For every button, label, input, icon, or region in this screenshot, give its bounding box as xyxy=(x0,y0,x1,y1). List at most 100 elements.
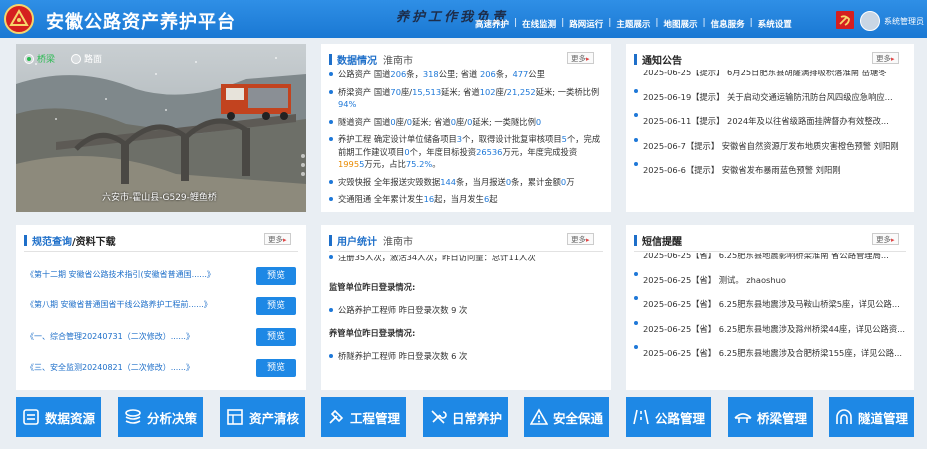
radio-bridge[interactable]: 桥梁 xyxy=(24,52,55,65)
photo-caption: 六安市-霍山县-G529-鲤鱼桥 xyxy=(102,193,217,203)
tile-2[interactable]: 分析决策 xyxy=(118,397,203,437)
arrow-icon: ▸ xyxy=(891,55,895,63)
stat-value: 477 xyxy=(512,69,529,79)
nav-item[interactable]: 在线监测 xyxy=(517,18,561,30)
carousel-dot[interactable] xyxy=(301,172,305,176)
stat-value: 0 xyxy=(535,116,542,127)
radio-dot-icon xyxy=(71,53,82,64)
section-list: 桥隧养护工程师 昨日登录次数 6 次 xyxy=(329,350,603,362)
tile-label: 桥梁管理 xyxy=(756,410,807,426)
notice-item[interactable]: 2025-06-11【提示】 2024年及以往省级路面挂牌督办有效整改... xyxy=(634,109,906,134)
nav-item[interactable]: 高速养护 xyxy=(470,18,514,30)
tile-label: 数据资源 xyxy=(44,410,95,426)
title-bar-accent xyxy=(634,235,637,246)
title-bar-accent xyxy=(24,235,27,246)
tile-7[interactable]: 公路管理 xyxy=(626,397,711,437)
tile-9[interactable]: 隧道管理 xyxy=(829,397,914,437)
spec-download-panel: 规范查询/资料下载 更多▸ 《第十二期 安徽省公路技术指引(安徽省普通国....… xyxy=(16,225,306,390)
database-icon xyxy=(23,409,39,425)
preview-button[interactable]: 预览 xyxy=(256,359,296,377)
tile-label: 分析决策 xyxy=(146,410,197,426)
data-row: 养护工程 确定设计单位储备项目3个，取得设计批复审核项目5个，完成前期工作建议项… xyxy=(329,133,603,171)
more-button[interactable]: 更多▸ xyxy=(567,233,594,245)
sms-item[interactable]: 2025-06-25【省】 6.25肥东县地震涉及合肥桥梁155座，详见公路..… xyxy=(634,341,906,366)
nav-item[interactable]: 系统设置 xyxy=(753,18,797,30)
more-button[interactable]: 更多▸ xyxy=(872,52,899,64)
notice-item[interactable]: 2025-06-7【提示】 安徽省自然资源厅发布地质灾害橙色预警 刘阳刚 xyxy=(634,134,906,159)
section-list: 公路养护工程师 昨日登录次数 9 次 xyxy=(329,304,603,316)
data-row: 隧道资产 国道0座/0延米; 省道0座/0延米; 一类隧比例0 xyxy=(329,116,603,129)
stat-text: 万元，占比 xyxy=(364,159,406,169)
tile-label: 资产清核 xyxy=(248,410,299,426)
tunnel-icon xyxy=(836,409,852,424)
stat-value: 21,252 xyxy=(506,86,536,97)
arrow-icon: ▸ xyxy=(283,236,287,244)
stat-text: 座/ xyxy=(400,86,413,97)
warning-icon xyxy=(529,408,548,425)
more-button[interactable]: 更多▸ xyxy=(264,233,291,245)
panel-title: 短信提醒 xyxy=(642,237,682,248)
panel-title-a: 规范查询 xyxy=(32,237,72,248)
stat-text: 座/ xyxy=(495,86,507,97)
more-button[interactable]: 更多▸ xyxy=(872,233,899,245)
panel-header: 短信提醒 xyxy=(634,233,682,248)
tile-1[interactable]: 数据资源 xyxy=(16,397,101,437)
tile-label: 公路管理 xyxy=(654,410,705,426)
tile-8[interactable]: 桥梁管理 xyxy=(728,397,813,437)
tile-5[interactable]: 日常养护 xyxy=(423,397,508,437)
tile-label: 工程管理 xyxy=(349,410,400,426)
data-row: 灾毁快报 全年报送灾毁数据144条，当月报送0条，累计金额0万 xyxy=(329,176,603,189)
data-rows: 公路资产 国道206条，318公里; 省道 206条，477公里 桥梁资产 国道7… xyxy=(329,52,603,212)
login-row: 桥隧养护工程师 昨日登录次数 6 次 xyxy=(329,350,603,362)
location-select[interactable]: 淮南市 xyxy=(383,233,413,248)
spec-link[interactable]: 《一、综合管理20240731（二次修改）......》 xyxy=(26,331,194,342)
notice-item[interactable]: 2025-06-6【提示】 安徽省发布暴雨蓝色预警 刘阳刚 xyxy=(634,158,906,183)
more-label: 更多 xyxy=(876,235,891,244)
preview-button[interactable]: 预览 xyxy=(256,297,296,315)
asset-type-toggle: 桥梁 路面 xyxy=(24,52,118,65)
spec-link[interactable]: 《第八期 安徽省普通国省干线公路养护工程前......》 xyxy=(26,299,212,310)
stat-text: 座/ xyxy=(455,116,468,127)
sms-item[interactable]: 2025-06-25【省】 6.25肥东县地震涉及滁州桥梁44座，详见公路资..… xyxy=(634,317,906,342)
stat-value: 318 xyxy=(422,69,439,79)
preview-button[interactable]: 预览 xyxy=(256,267,296,285)
carousel-dots[interactable] xyxy=(301,154,305,176)
more-label: 更多 xyxy=(876,54,891,63)
nav-item[interactable]: 主题展示 xyxy=(611,18,655,30)
arrow-icon: ▸ xyxy=(891,236,895,244)
user-name[interactable]: 系统管理员 xyxy=(884,16,924,27)
section-title: 监管单位昨日登录情况: xyxy=(329,282,416,292)
divider xyxy=(329,251,603,252)
stat-text: 公里 xyxy=(528,69,545,79)
emblem-logo-icon xyxy=(4,4,34,34)
stat-value: 26536 xyxy=(476,146,503,157)
data-overview-panel: 数据情况 淮南市 更多▸ 公路资产 国道206条，318公里; 省道 206条，… xyxy=(321,44,611,212)
sms-item[interactable]: 2025-06-25【省】 6.25肥东县地震影响桥梁淮南 省公路管理局... xyxy=(634,253,906,268)
tile-3[interactable]: 资产清核 xyxy=(220,397,305,437)
notice-item[interactable]: 2025-06-25【提示】 6月25日肥东县胡窿满排吸积落淮南 岳塘冬 xyxy=(634,70,906,85)
nav-item[interactable]: 路网运行 xyxy=(564,18,608,30)
carousel-dot[interactable] xyxy=(301,163,305,167)
sms-item[interactable]: 2025-06-25【省】 6.25肥东县地震涉及马鞍山桥梁5座，详见公路... xyxy=(634,292,906,317)
stat-text: 桥梁资产 国道 xyxy=(338,86,391,97)
stat-text: 。 xyxy=(432,159,441,169)
stat-value: 206 xyxy=(479,69,496,79)
stat-text: 养护工程 确定设计单位储备项目 xyxy=(338,134,457,144)
preview-button[interactable]: 预览 xyxy=(256,328,296,346)
nav-item[interactable]: 信息服务 xyxy=(706,18,750,30)
stat-text: 条，当月报送 xyxy=(456,176,506,187)
stat-text: 起 xyxy=(489,194,498,204)
radio-pavement[interactable]: 路面 xyxy=(71,52,102,65)
notice-item[interactable]: 2025-06-19【提示】 关于启动交通运输防汛防台风四级应急响应... xyxy=(634,85,906,110)
tile-4[interactable]: 工程管理 xyxy=(321,397,406,437)
sms-panel: 短信提醒 更多▸ 2025-06-25【省】 6.25肥东县地震影响桥梁淮南 省… xyxy=(626,225,914,390)
avatar[interactable] xyxy=(860,11,880,31)
tile-6[interactable]: 安全保通 xyxy=(524,397,609,437)
stat-text: 条， xyxy=(495,69,513,79)
carousel-dot[interactable] xyxy=(301,154,305,158)
stat-text: 座/ xyxy=(395,116,407,127)
spec-link[interactable]: 《三、安全监测20240821（二次修改）......》 xyxy=(26,362,194,373)
spec-link[interactable]: 《第十二期 安徽省公路技术指引(安徽省普通国......》 xyxy=(26,269,215,280)
sms-item[interactable]: 2025-06-25【省】 测试。 zhaoshuo xyxy=(634,268,906,293)
nav-item[interactable]: 地图展示 xyxy=(659,18,703,30)
